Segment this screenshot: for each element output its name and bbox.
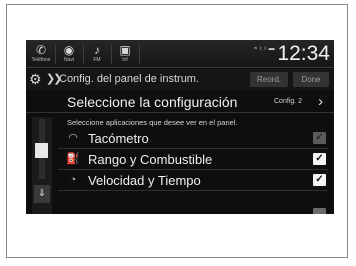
fm-caption: FM <box>93 57 101 63</box>
reorder-button[interactable]: Reord. <box>250 72 288 87</box>
list-item-label: Velocidad y Tiempo <box>88 173 201 188</box>
selector-title: Seleccione la configuración <box>67 94 238 110</box>
gear-icon[interactable]: ⚙ <box>29 71 42 87</box>
status-separator <box>111 44 112 64</box>
signal-indicator: ≈ ı ı ▬ <box>254 46 276 52</box>
done-button[interactable]: Done <box>293 72 329 87</box>
phone-button[interactable]: ✆ Teléfono <box>30 43 52 65</box>
status-separator <box>139 44 140 64</box>
scroll-down-icon: ⇓ <box>37 188 47 199</box>
navigation-icon: ◉ <box>63 43 75 57</box>
info-button[interactable]: ▣ Inf <box>114 43 136 65</box>
chevron-right-icon: › <box>318 93 323 110</box>
tachometer-icon: ◠ <box>68 132 78 144</box>
checkbox[interactable]: ✓ <box>313 174 326 186</box>
speed-time-icon: ◔ <box>69 174 77 186</box>
checkbox[interactable]: ✓ <box>313 153 326 165</box>
info-icon: ▣ <box>119 43 131 57</box>
status-separator <box>55 44 56 64</box>
navi-button[interactable]: ◉ Navi <box>58 43 80 65</box>
status-bar: ✆ Teléfono ◉ Navi ♪ FM ▣ Inf ≈ ı ı ▬ 12:… <box>26 40 334 68</box>
infotainment-screen: ✆ Teléfono ◉ Navi ♪ FM ▣ Inf ≈ ı ı ▬ 12:… <box>26 40 334 214</box>
checkbox-disabled: ✓ <box>313 132 326 144</box>
breadcrumb: Config. del panel de instrum. <box>59 73 200 85</box>
selector-value: Config. 2 <box>274 98 303 105</box>
phone-icon: ✆ <box>35 43 47 57</box>
fm-radio-icon: ♪ <box>94 43 100 57</box>
list-item-tachometer[interactable]: ◠ Tacómetro ✓ <box>56 128 326 148</box>
status-separator <box>83 44 84 64</box>
list-item-range-fuel[interactable]: ⛽ Rango y Combustible ✓ <box>56 149 326 169</box>
scroll-down-button[interactable]: ⇓ <box>34 185 50 203</box>
scroll-thumb[interactable] <box>35 143 48 158</box>
clock: 12:34 <box>277 42 330 65</box>
list-item-label: Tacómetro <box>88 131 149 146</box>
fuel-pump-icon: ⛽ <box>66 153 80 165</box>
scrollbar[interactable]: ⇓ <box>32 117 52 214</box>
checkbox[interactable] <box>313 208 326 214</box>
configuration-selector[interactable]: Seleccione la configuración Config. 2 › <box>26 91 334 113</box>
fm-button[interactable]: ♪ FM <box>86 43 108 65</box>
divider <box>58 190 328 191</box>
navi-caption: Navi <box>63 57 74 63</box>
info-caption: Inf <box>122 57 128 63</box>
title-bar: ⚙ ❯❯ Config. del panel de instrum. Reord… <box>26 69 334 90</box>
list-item-speed-time[interactable]: ◔ Velocidad y Tiempo ✓ <box>56 170 326 190</box>
list-item-label: Rango y Combustible <box>88 152 213 167</box>
list-item-partial[interactable] <box>56 204 334 214</box>
phone-caption: Teléfono <box>31 57 51 63</box>
instruction-text: Seleccione aplicaciones que desee ver en… <box>67 118 238 127</box>
